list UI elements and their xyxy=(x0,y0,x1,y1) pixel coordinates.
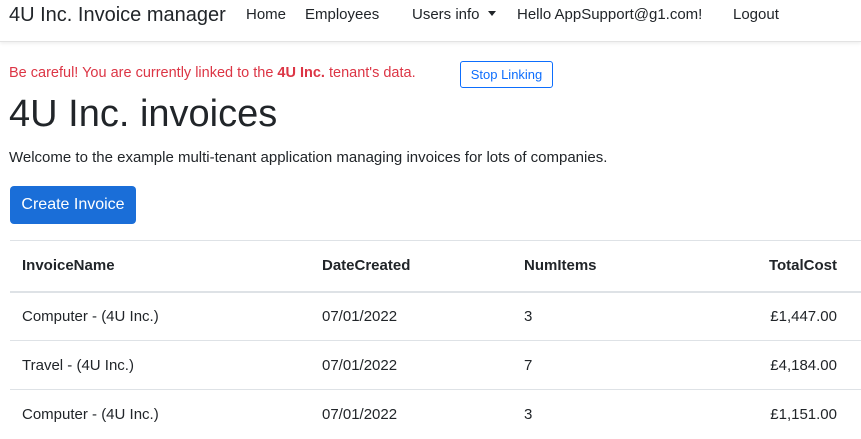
stop-linking-button[interactable]: Stop Linking xyxy=(460,61,553,88)
cell-num-items: 3 xyxy=(512,389,682,439)
warning-suffix: tenant's data. xyxy=(324,65,416,81)
top-navbar: 4U Inc. Invoice manager Home Employees U… xyxy=(0,0,861,42)
warning-prefix: Be careful! You are currently linked to … xyxy=(9,65,278,81)
cell-invoice-name: Computer - (4U Inc.) xyxy=(10,291,310,341)
nav-logout[interactable]: Logout xyxy=(733,6,779,23)
chevron-down-icon xyxy=(487,10,496,16)
cell-date-created: 07/01/2022 xyxy=(310,389,512,439)
cell-num-items: 3 xyxy=(512,291,682,341)
nav-hello-user[interactable]: Hello AppSupport@g1.com! xyxy=(517,6,702,23)
nav-home[interactable]: Home xyxy=(246,6,286,23)
table-row[interactable]: Computer - (4U Inc.) 07/01/2022 3 £1,151… xyxy=(10,389,861,439)
column-header-num-items: NumItems xyxy=(512,240,682,293)
table-row[interactable]: Computer - (4U Inc.) 07/01/2022 3 £1,447… xyxy=(10,291,861,341)
nav-employees[interactable]: Employees xyxy=(305,6,379,23)
welcome-text: Welcome to the example multi-tenant appl… xyxy=(9,149,608,166)
table-header-row: InvoiceName DateCreated NumItems TotalCo… xyxy=(10,240,861,293)
cell-num-items: 7 xyxy=(512,340,682,390)
nav-users-info-label: Users info xyxy=(412,6,480,23)
page-title: 4U Inc. invoices xyxy=(9,93,278,135)
cell-invoice-name: Travel - (4U Inc.) xyxy=(10,340,310,390)
warning-tenant-name: 4U Inc. xyxy=(277,65,325,81)
column-header-date-created: DateCreated xyxy=(310,240,512,293)
cell-total-cost: £1,151.00 xyxy=(682,389,861,439)
cell-date-created: 07/01/2022 xyxy=(310,291,512,341)
invoices-table: InvoiceName DateCreated NumItems TotalCo… xyxy=(10,240,861,439)
cell-date-created: 07/01/2022 xyxy=(310,340,512,390)
nav-users-info-dropdown[interactable]: Users info xyxy=(412,6,496,23)
cell-total-cost: £1,447.00 xyxy=(682,291,861,341)
tenant-link-warning: Be careful! You are currently linked to … xyxy=(9,65,416,81)
table-row[interactable]: Travel - (4U Inc.) 07/01/2022 7 £4,184.0… xyxy=(10,340,861,390)
column-header-total-cost: TotalCost xyxy=(682,240,861,293)
cell-total-cost: £4,184.00 xyxy=(682,340,861,390)
create-invoice-button[interactable]: Create Invoice xyxy=(10,186,136,224)
cell-invoice-name: Computer - (4U Inc.) xyxy=(10,389,310,439)
app-brand[interactable]: 4U Inc. Invoice manager xyxy=(9,4,226,27)
column-header-invoice-name: InvoiceName xyxy=(10,240,310,293)
